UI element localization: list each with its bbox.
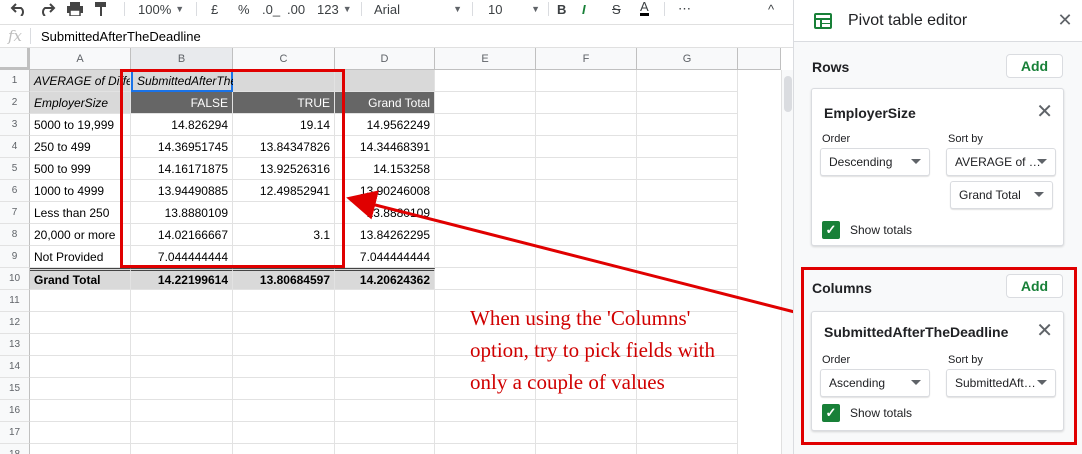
order-select[interactable]: Descending — [820, 148, 930, 176]
remove-field-icon[interactable]: ✕ — [1036, 99, 1053, 124]
show-totals-label: Show totals — [850, 223, 913, 237]
sort-by-select[interactable]: AVERAGE of … — [946, 148, 1056, 176]
highlight-box-columns-section — [801, 267, 1077, 445]
chevron-down-icon — [1034, 192, 1044, 197]
pivot-table-icon — [814, 12, 832, 29]
sort-by-sub-select[interactable]: Grand Total — [950, 181, 1053, 209]
panel-title: Pivot table editor — [848, 11, 968, 29]
panel-header: Pivot table editor ✕ — [794, 0, 1082, 42]
rows-section-label: Rows — [812, 59, 850, 75]
annotation-text: When using the 'Columns' option, try to … — [470, 302, 770, 398]
show-totals-checkbox[interactable]: ✓ — [822, 221, 840, 239]
sort-by-value: AVERAGE of … — [955, 155, 1041, 169]
sort-by-label: Sort by — [948, 133, 983, 145]
annotation-line: option, try to pick fields with — [470, 338, 715, 362]
chevron-down-icon — [1037, 159, 1047, 164]
annotation-line: When using the 'Columns' — [470, 306, 691, 330]
add-row-button[interactable]: Add — [1006, 54, 1063, 78]
order-value: Descending — [829, 155, 893, 169]
spreadsheet-window: 100% ▼ £ % .0_ .00 123 ▼ Arial ▼ 10 ▼ B I S … — [0, 0, 1082, 454]
order-label: Order — [822, 133, 851, 145]
row-field-card: EmployerSize ✕ Order Sort by Descending … — [811, 88, 1064, 246]
annotation-line: only a couple of values — [470, 370, 665, 394]
chevron-down-icon — [911, 159, 921, 164]
sort-by-sub-value: Grand Total — [959, 188, 1021, 202]
row-field-name: EmployerSize — [824, 105, 916, 121]
close-icon[interactable]: ✕ — [1055, 10, 1075, 30]
